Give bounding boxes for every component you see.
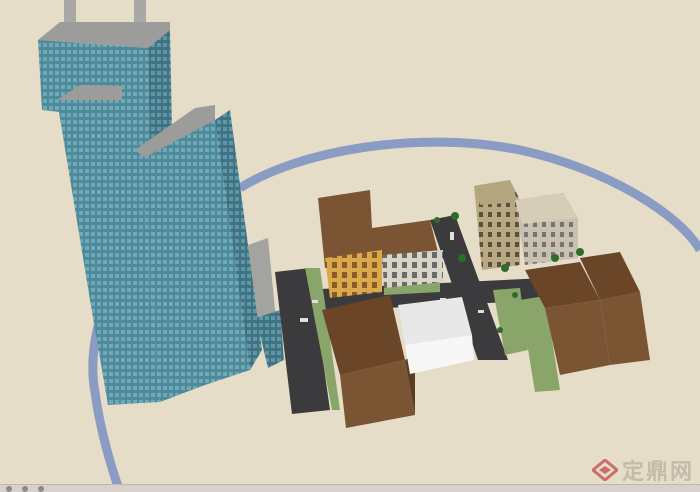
3d-model-viewport[interactable]: [0, 0, 700, 492]
skyscraper[interactable]: [38, 0, 284, 405]
status-dot-icon: [38, 485, 44, 492]
status-dot-icon: [6, 485, 12, 492]
status-bar: [0, 484, 700, 492]
white-block[interactable]: [398, 297, 474, 374]
status-dot-icon: [22, 485, 28, 492]
watermark-text: 定鼎网: [621, 460, 694, 485]
watermark: 定鼎网: [591, 454, 694, 486]
diamond-logo-icon: [591, 459, 618, 481]
